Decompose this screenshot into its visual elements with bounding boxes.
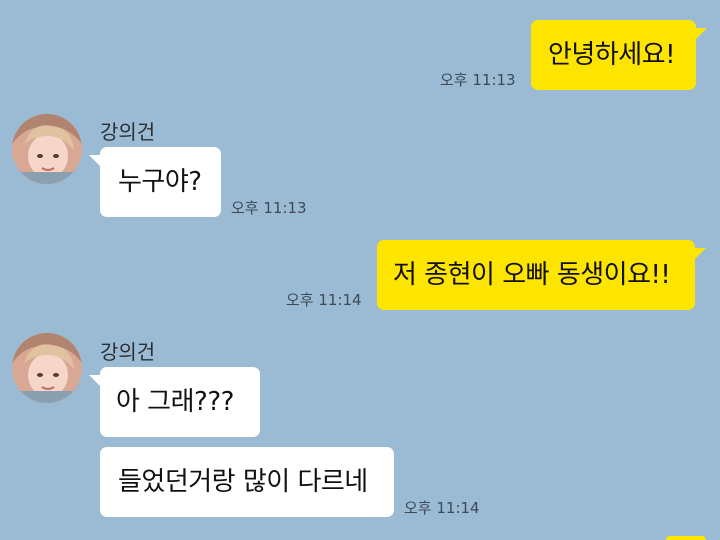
message-text: 안녕하세요! bbox=[548, 40, 676, 70]
message-time: 오후 11:14 bbox=[286, 291, 362, 309]
my-message-bubble[interactable]: 안녕하세요! bbox=[531, 20, 696, 90]
profile-avatar[interactable] bbox=[12, 333, 82, 403]
bubble-tail bbox=[695, 28, 707, 40]
chat-room: 오후 11:13 안녕하세요! 강의건 누구야? 오후 11:13 오후 11:… bbox=[0, 0, 720, 540]
message-time: 오후 11:13 bbox=[231, 199, 307, 217]
message-text: 저 종현이 오빠 동생이요!! bbox=[393, 260, 671, 290]
avatar-photo-icon bbox=[12, 114, 82, 184]
message-text: 누구야? bbox=[118, 167, 202, 197]
sender-name: 강의건 bbox=[100, 120, 156, 144]
message-time: 오후 11:14 bbox=[404, 499, 480, 517]
my-message-bubble[interactable]: 저 종현이 오빠 동생이요!! bbox=[377, 240, 695, 310]
sender-name: 강의건 bbox=[100, 340, 156, 364]
other-message-bubble[interactable]: 아 그래??? bbox=[100, 367, 260, 437]
message-time: 오후 11:13 bbox=[440, 71, 516, 89]
other-message-bubble[interactable]: 들었던거랑 많이 다르네 bbox=[100, 447, 394, 517]
message-text: 아 그래??? bbox=[116, 387, 234, 417]
other-message-bubble[interactable]: 누구야? bbox=[100, 147, 221, 217]
avatar-photo-icon bbox=[12, 333, 82, 403]
partial-message-bubble bbox=[666, 536, 706, 540]
bubble-tail bbox=[694, 248, 706, 260]
message-text: 들었던거랑 많이 다르네 bbox=[118, 467, 368, 497]
profile-avatar[interactable] bbox=[12, 114, 82, 184]
